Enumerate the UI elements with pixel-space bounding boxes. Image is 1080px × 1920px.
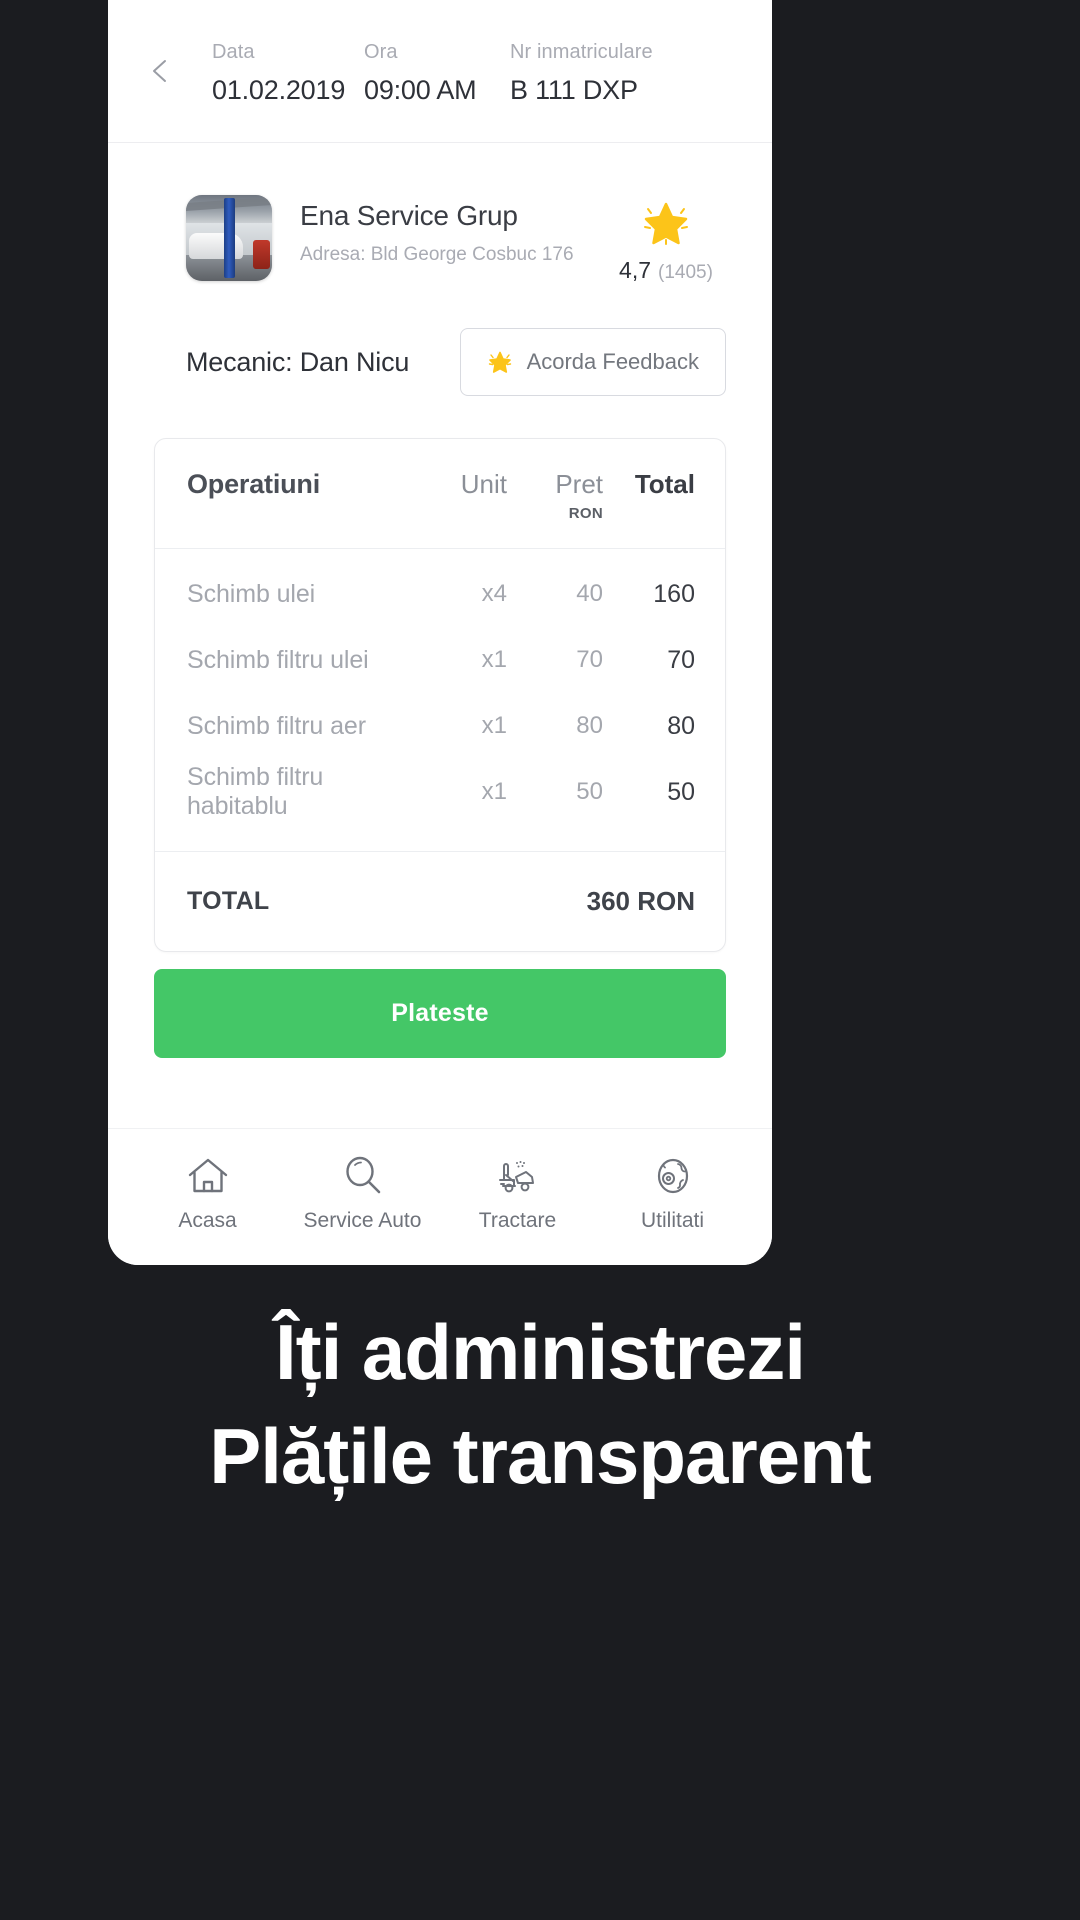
column-header-currency: RON [568,505,603,522]
service-provider: Ena Service Grup Adresa: Bld George Cosb… [108,143,772,284]
row-operation: Schimb ulei [187,579,316,608]
pay-button-container: Plateste [154,969,726,1058]
row-price: 50 [576,778,603,805]
row-total: 70 [667,645,695,674]
row-unit: x1 [481,778,507,805]
row-unit: x4 [481,580,507,607]
feedback-button-label: Acorda Feedback [526,349,699,374]
total-label: TOTAL [187,887,270,915]
phone-screen: Data 01.02.2019 Ora 09:00 AM Nr inmatric… [108,0,772,1265]
tow-truck-icon [498,1161,534,1193]
mechanic-name: Mecanic: Dan Nicu [186,346,410,377]
field-label: Data [212,41,255,63]
column-header-total: Total [634,469,695,499]
row-price: 80 [576,712,603,739]
row-price: 40 [576,580,603,607]
row-operation: Schimb filtru habitablu [187,763,324,820]
total-value: 360 RON [586,886,695,916]
field-label: Nr inmatriculare [510,41,653,63]
provider-info: Ena Service Grup Adresa: Bld George Cosb… [300,195,606,267]
row-operation: Schimb filtru ulei [187,645,369,674]
operations-total-row: TOTAL 360 RON [155,851,725,951]
workshop-photo [186,195,272,281]
appointment-field-ora: Ora 09:00 AM [364,40,510,106]
row-price: 70 [576,646,603,673]
row-unit: x1 [481,712,507,739]
globe-icon [657,1158,688,1194]
rating-score: 4,7 [619,257,652,283]
rating-block: 4,7 (1405) [606,195,726,284]
bottom-navigation: Acasa Service Auto Tractare Utilitati [108,1128,772,1265]
appointment-fields: Data 01.02.2019 Ora 09:00 AM Nr inmatric… [212,40,653,106]
column-header-operations: Operatiuni [187,469,321,499]
nav-label: Service Auto [303,1209,422,1232]
column-header-price: Pret RON [507,469,603,522]
caption-line-1: Îți administrezi [274,1308,806,1396]
screen-body: Ena Service Grup Adresa: Bld George Cosb… [108,143,772,1128]
promo-caption: Îți administrezi Plățile transparent [0,1300,1080,1508]
nav-label: Tractare [478,1209,557,1232]
table-row: Schimb filtru habitablu x1 50 50 [187,759,695,825]
provider-address: Adresa: Bld George Cosbuc 176 [300,244,574,265]
row-operation: Schimb filtru aer [187,711,366,740]
column-header-unit: Unit [460,469,507,499]
search-icon [345,1156,380,1194]
field-value: B 111 DXP [510,75,638,105]
nav-item-utilitati[interactable]: Utilitati [595,1153,750,1233]
operations-header: Operatiuni Unit Pret RON Total [155,439,725,549]
nav-item-acasa[interactable]: Acasa [130,1153,285,1233]
row-total: 160 [653,579,695,608]
appointment-header: Data 01.02.2019 Ora 09:00 AM Nr inmatric… [108,0,772,143]
operations-card: Operatiuni Unit Pret RON Total Schimb ul… [154,438,726,952]
field-label: Ora [364,41,398,63]
acorda-feedback-button[interactable]: Acorda Feedback [459,328,726,396]
table-row: Schimb ulei x4 40 160 [187,561,695,627]
back-button[interactable] [148,58,174,84]
operations-rows: Schimb ulei x4 40 160 Schimb filtru ulei… [155,549,725,851]
field-value: 09:00 AM [364,75,477,105]
nav-label: Acasa [178,1209,237,1232]
nav-item-tractare[interactable]: Tractare [440,1153,595,1233]
star-icon [644,202,688,245]
table-row: Schimb filtru ulei x1 70 70 [187,627,695,693]
nav-item-service-auto[interactable]: Service Auto [285,1153,440,1233]
home-icon [188,1158,227,1193]
table-row: Schimb filtru aer x1 80 80 [187,693,695,759]
nav-label: Utilitati [640,1209,704,1232]
row-total: 80 [667,711,695,740]
rating-value: 4,7 (1405) [619,257,713,284]
row-total: 50 [667,777,695,806]
field-value: 01.02.2019 [212,75,346,105]
appointment-field-data: Data 01.02.2019 [212,40,364,106]
chevron-left-icon [153,60,166,82]
mechanic-row: Mecanic: Dan Nicu Acorda Feedback [108,284,772,396]
rating-count: (1405) [658,262,713,283]
plateste-button[interactable]: Plateste [154,969,726,1058]
row-unit: x1 [481,646,507,673]
provider-name: Ena Service Grup [300,200,518,231]
column-header-price-label: Pret [555,469,603,499]
caption-line-2: Plățile transparent [209,1412,872,1500]
star-icon [488,351,511,373]
appointment-field-plate: Nr inmatriculare B 111 DXP [510,40,653,106]
